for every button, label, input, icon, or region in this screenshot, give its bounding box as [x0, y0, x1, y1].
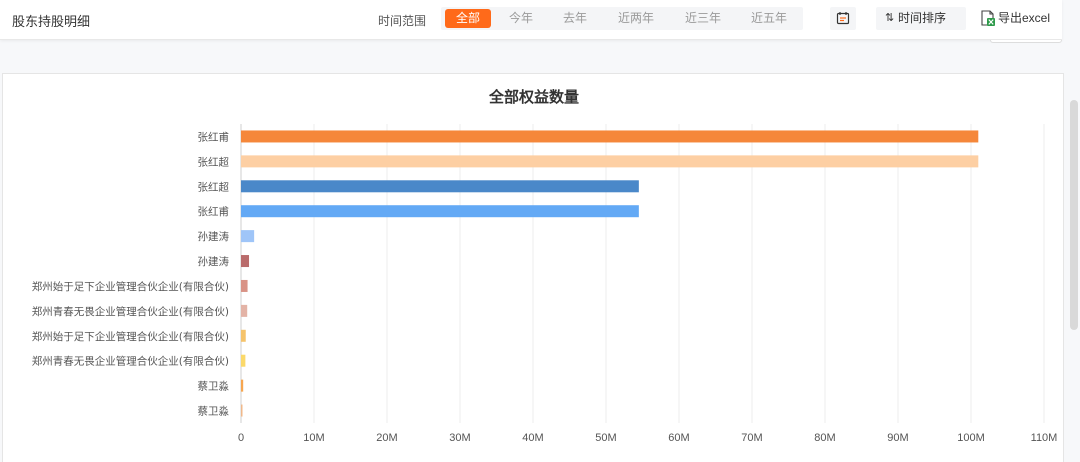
y-category-label: 张红超 — [198, 155, 230, 168]
y-category-label: 郑州青春无畏企业管理合伙企业(有限合伙) — [32, 305, 229, 318]
x-tick-label: 0 — [238, 432, 244, 444]
excel-file-icon — [981, 10, 995, 26]
sort-arrows-icon: ⇅ — [885, 12, 895, 24]
x-tick-label: 100M — [957, 432, 985, 444]
y-category-label: 郑州始于足下企业管理合伙企业(有限合伙) — [32, 280, 229, 293]
bar — [241, 230, 255, 243]
bar — [241, 329, 246, 342]
chart-card: 全部权益数量 0 10M 20M 30M 40M 50M 60M 70M 80M 90M 100M 1… — [2, 73, 1064, 462]
range-last-year-button[interactable]: 去年 — [553, 9, 597, 28]
range-five-years-button[interactable]: 近五年 — [743, 9, 795, 28]
time-sort-button[interactable]: ⇅ 时间排序 — [876, 7, 966, 30]
page-title: 股东持股明细 — [12, 14, 91, 29]
bar — [241, 255, 250, 268]
x-tick-label: 30M — [449, 432, 470, 444]
time-range-label: 时间范围 — [378, 14, 427, 28]
range-all-button[interactable]: 全部 — [445, 9, 491, 28]
x-tick-label: 70M — [741, 432, 762, 444]
x-tick-label: 40M — [522, 432, 543, 444]
time-sort-label: 时间排序 — [898, 11, 947, 25]
y-category-label: 蔡卫淼 — [198, 380, 230, 393]
x-tick-label: 110M — [1031, 432, 1058, 444]
range-two-years-button[interactable]: 近两年 — [611, 9, 661, 28]
y-category-label: 张红甫 — [198, 205, 230, 218]
top-toolbar: 股东持股明细 时间范围 全部 今年 去年 近两年 近三年 近五年 ⇅ 时间排序 … — [0, 0, 1062, 40]
bar-chart: 0 10M 20M 30M 40M 50M 60M 70M 80M 90M 100M 110M张红甫张… — [32, 124, 1058, 444]
y-category-label: 张红甫 — [198, 130, 230, 143]
x-tick-label: 10M — [303, 432, 324, 444]
vertical-scrollbar[interactable] — [1070, 100, 1078, 330]
x-tick-label: 90M — [887, 432, 908, 444]
y-category-label: 郑州始于足下企业管理合伙企业(有限合伙) — [32, 330, 229, 343]
x-tick-label: 50M — [595, 432, 616, 444]
export-excel-button[interactable]: 导出excel — [974, 7, 1056, 30]
y-category-label: 蔡卫淼 — [198, 405, 230, 418]
bar — [241, 180, 639, 193]
bar — [241, 404, 243, 417]
x-tick-label: 80M — [814, 432, 835, 444]
bar — [241, 155, 979, 168]
export-dropdown-edge — [990, 40, 1062, 43]
bar — [241, 130, 979, 143]
y-category-label: 孙建涛 — [198, 255, 230, 268]
bar — [241, 304, 248, 317]
x-tick-label: 20M — [376, 432, 397, 444]
y-category-label: 郑州青春无畏企业管理合伙企业(有限合伙) — [32, 355, 229, 368]
y-category-label: 张红超 — [198, 180, 230, 193]
y-category-label: 孙建涛 — [198, 230, 230, 243]
bar — [241, 379, 244, 392]
range-this-year-button[interactable]: 今年 — [499, 9, 543, 28]
time-range-group: 全部 今年 去年 近两年 近三年 近五年 — [441, 7, 803, 30]
calendar-icon — [836, 12, 850, 25]
range-three-years-button[interactable]: 近三年 — [677, 9, 729, 28]
calendar-button[interactable] — [830, 7, 856, 30]
bar — [241, 205, 639, 218]
x-tick-label: 60M — [668, 432, 689, 444]
export-excel-label: 导出excel — [998, 11, 1051, 25]
bar — [241, 354, 246, 367]
bar — [241, 279, 248, 292]
